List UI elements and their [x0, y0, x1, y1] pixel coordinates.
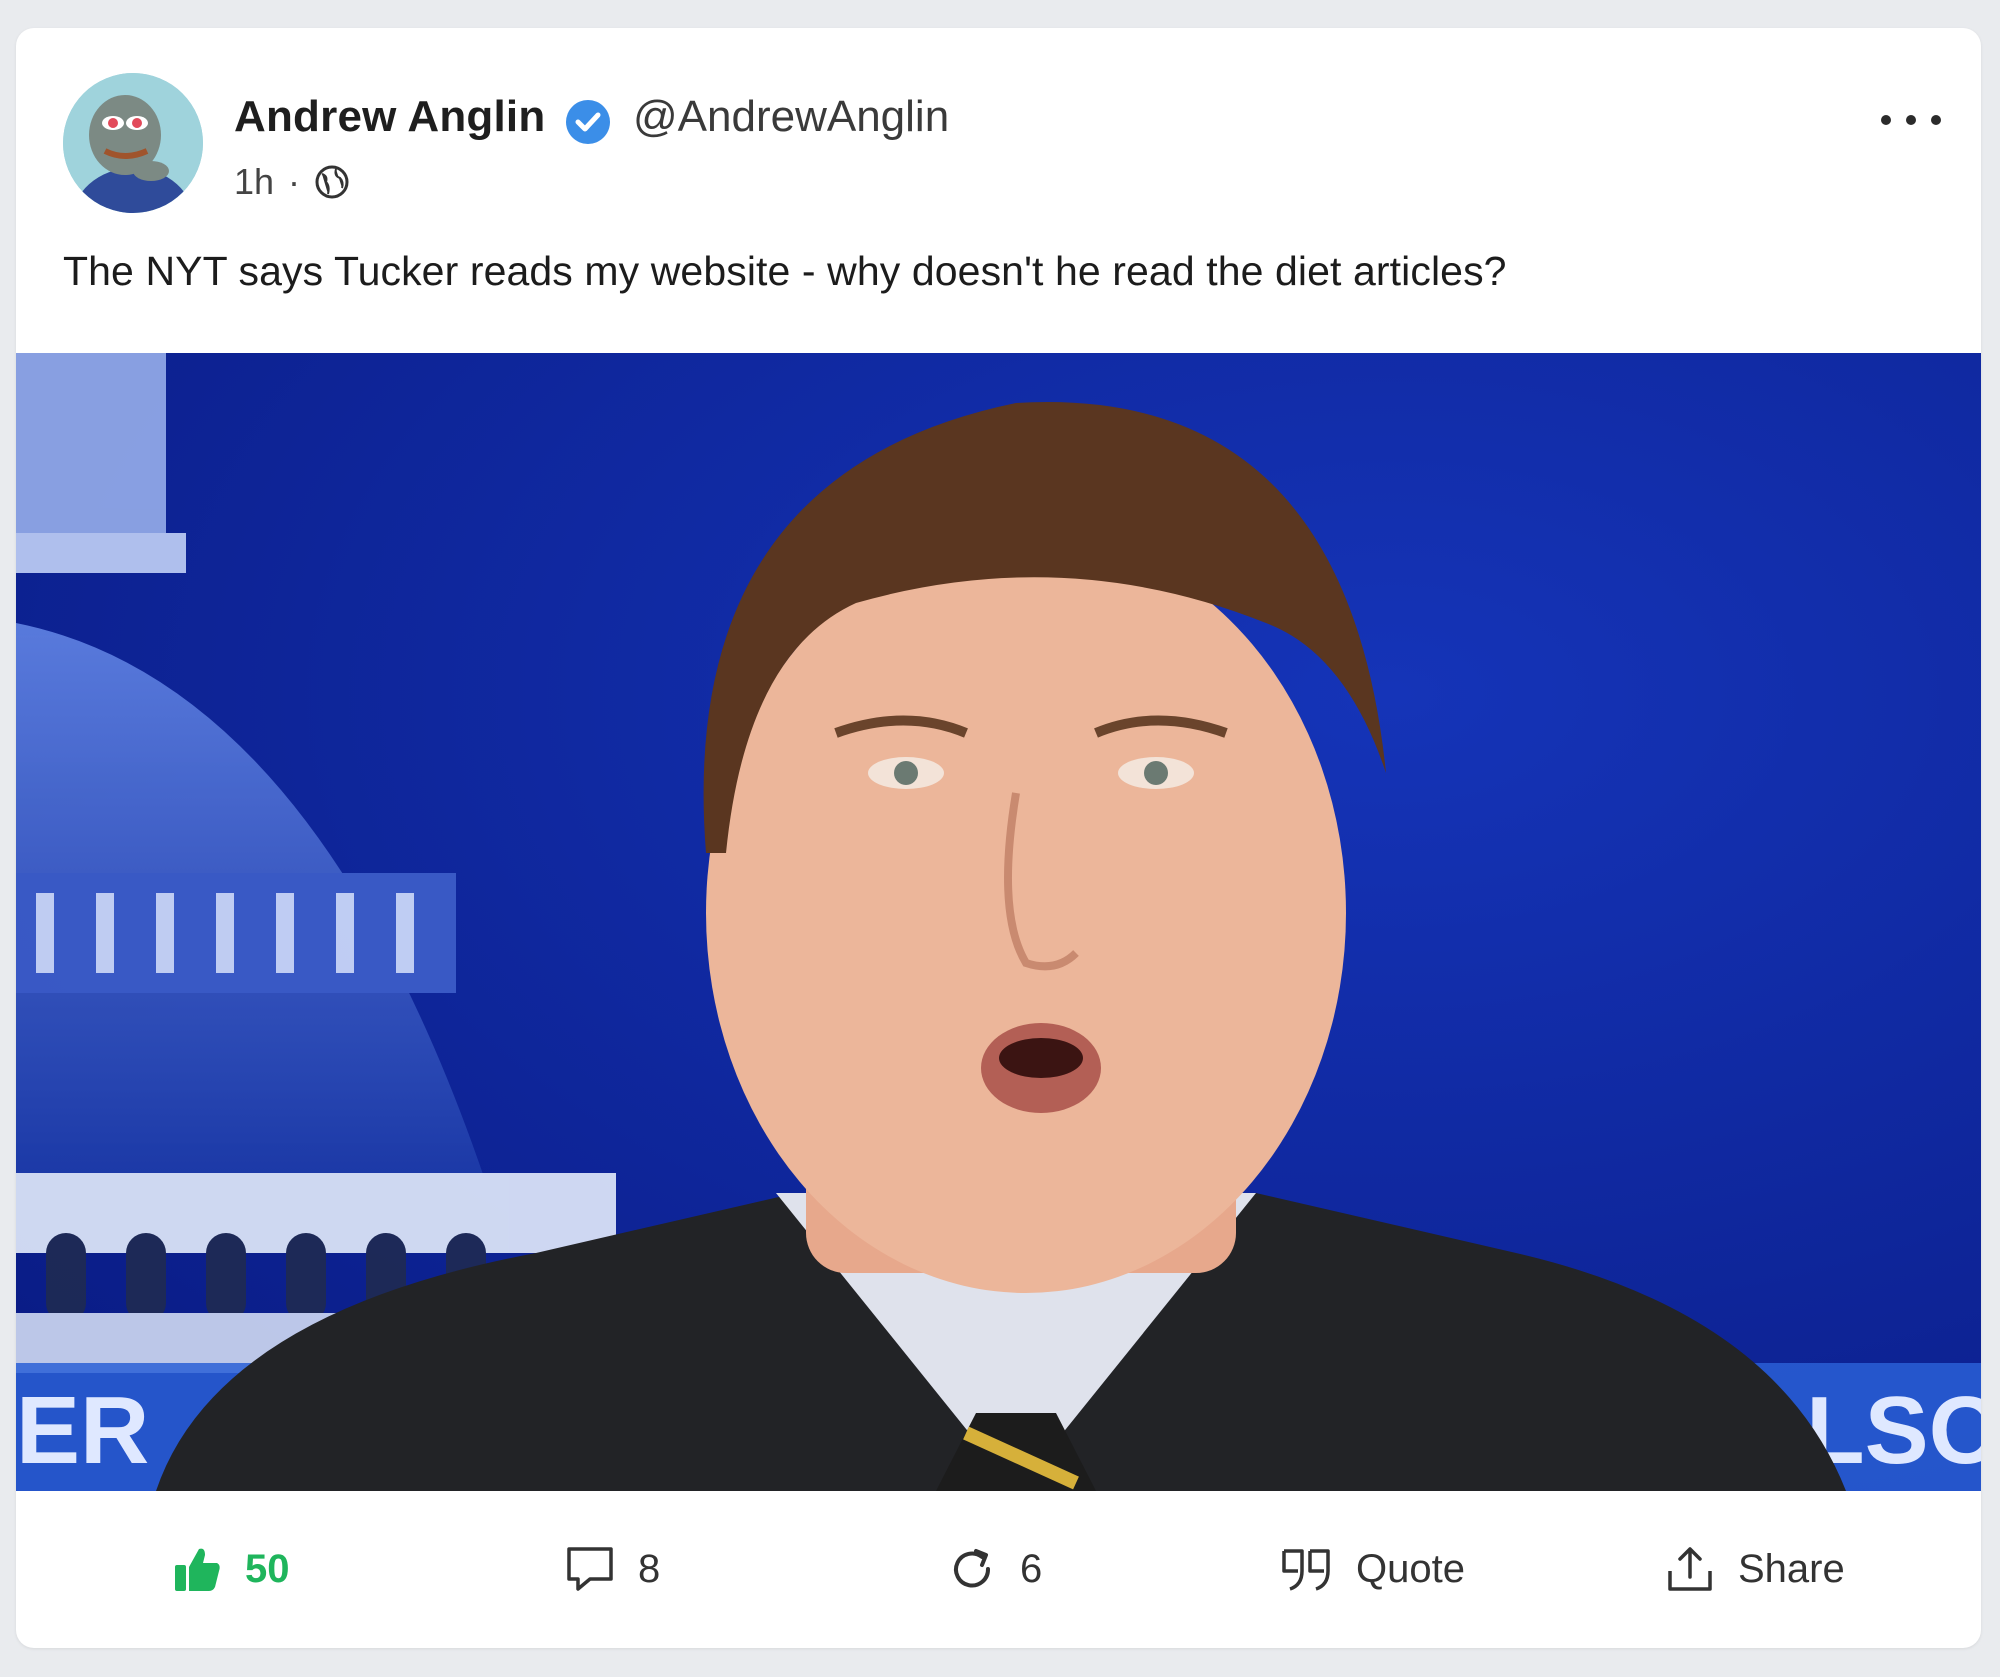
caption-left: ER [16, 1377, 149, 1484]
more-dot-icon [1931, 115, 1941, 125]
share-icon [1668, 1547, 1712, 1591]
repost-icon [954, 1549, 991, 1588]
globe-icon [315, 165, 349, 199]
avatar[interactable] [63, 73, 203, 213]
media-illustration: ER LSO [16, 353, 1981, 1491]
meta-separator: · [288, 161, 301, 202]
action-bar: 50 8 6 Quote Share [16, 1491, 1981, 1648]
quote-button[interactable]: Quote [1278, 1539, 1465, 1599]
post-card: Andrew Anglin @AndrewAnglin 1h · The NYT… [16, 28, 1981, 1648]
repost-button[interactable]: 6 [946, 1539, 1042, 1599]
face [706, 533, 1346, 1293]
more-dot-icon [1906, 115, 1916, 125]
author-name[interactable]: Andrew Anglin [234, 92, 545, 142]
more-options-button[interactable] [1881, 100, 1941, 140]
comment-count: 8 [638, 1546, 661, 1591]
repost-count: 6 [1020, 1546, 1043, 1591]
comment-icon [567, 1547, 613, 1591]
share-button[interactable]: Share [1664, 1539, 1845, 1599]
thumbs-up-icon [175, 1548, 220, 1591]
post-text: The NYT says Tucker reads my website - w… [63, 248, 1507, 294]
avatar-image [63, 73, 203, 213]
post-image[interactable]: ER LSO [16, 353, 1981, 1491]
post-time[interactable]: 1h [234, 161, 274, 203]
verified-badge-icon [566, 100, 610, 144]
quote-icon [1282, 1549, 1330, 1591]
post-meta: 1h · [234, 161, 350, 203]
quote-label: Quote [1356, 1546, 1465, 1591]
more-dot-icon [1881, 115, 1891, 125]
like-count: 50 [245, 1546, 290, 1591]
like-button[interactable]: 50 [171, 1539, 290, 1599]
comment-button[interactable]: 8 [564, 1539, 660, 1599]
author-handle[interactable]: @AndrewAnglin [633, 92, 949, 142]
share-label: Share [1738, 1546, 1845, 1591]
